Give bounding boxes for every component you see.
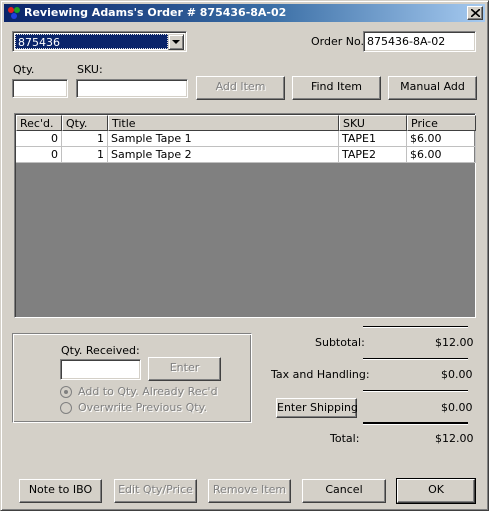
qty-label: Qty. — [13, 63, 35, 76]
table-row[interactable]: 0 1 Sample Tape 1 TAPE1 $6.00 — [16, 131, 476, 147]
note-to-ibo-button[interactable]: Note to IBO — [19, 479, 102, 503]
cell-recd: 0 — [16, 147, 62, 163]
total-label: Total: — [330, 432, 360, 445]
app-icon — [8, 7, 20, 19]
subtotal-separator — [363, 326, 468, 328]
column-header-recd[interactable]: Rec'd. — [16, 115, 62, 131]
column-header-title[interactable]: Title — [108, 115, 339, 131]
order-combo-value: 875436 — [15, 34, 168, 49]
tax-separator — [363, 358, 468, 360]
manual-add-button[interactable]: Manual Add — [388, 76, 477, 100]
column-header-qty[interactable]: Qty. — [62, 115, 108, 131]
receive-quantity-group: Qty. Received: Enter Add to Qty. Already… — [12, 333, 252, 423]
cell-price: $6.00 — [407, 131, 476, 147]
find-item-button[interactable]: Find Item — [292, 76, 381, 100]
close-button[interactable] — [467, 6, 483, 20]
cancel-button[interactable]: Cancel — [302, 479, 386, 503]
column-header-price[interactable]: Price — [407, 115, 476, 131]
radio-add-label[interactable]: Add to Qty. Already Rec'd — [78, 385, 218, 398]
close-icon — [471, 9, 480, 17]
tax-value: $0.00 — [441, 368, 473, 381]
table-header: Rec'd. Qty. Title SKU Price — [16, 115, 476, 131]
order-no-label: Order No. — [311, 35, 365, 48]
shipping-separator — [363, 390, 468, 392]
radio-overwrite-label[interactable]: Overwrite Previous Qty. — [78, 401, 207, 414]
subtotal-label: Subtotal: — [315, 336, 365, 349]
subtotal-value: $12.00 — [435, 336, 474, 349]
cell-qty: 1 — [62, 147, 108, 163]
total-separator — [363, 422, 468, 425]
column-header-sku[interactable]: SKU — [339, 115, 407, 131]
window-title: Reviewing Adams's Order # 875436-8A-02 — [24, 6, 287, 19]
qty-input[interactable] — [12, 79, 68, 98]
qty-received-input[interactable] — [60, 359, 141, 380]
radio-icon[interactable] — [60, 402, 72, 414]
title-bar[interactable]: Reviewing Adams's Order # 875436-8A-02 — [4, 4, 485, 22]
sku-input[interactable] — [76, 79, 188, 98]
order-combo[interactable]: 875436 — [12, 31, 187, 52]
order-combo-dropdown-button[interactable] — [168, 34, 184, 50]
cell-title: Sample Tape 2 — [108, 147, 339, 163]
cell-sku: TAPE1 — [339, 131, 407, 147]
edit-qty-price-button[interactable]: Edit Qty/Price — [114, 479, 197, 503]
sku-label: SKU: — [77, 63, 103, 76]
tax-label: Tax and Handling: — [271, 368, 370, 381]
remove-item-button[interactable]: Remove Item — [208, 479, 291, 503]
cell-recd: 0 — [16, 131, 62, 147]
cell-qty: 1 — [62, 131, 108, 147]
cell-price: $6.00 — [407, 147, 476, 163]
cell-title: Sample Tape 1 — [108, 131, 339, 147]
order-review-window: Reviewing Adams's Order # 875436-8A-02 8… — [0, 0, 489, 511]
enter-button[interactable]: Enter — [148, 357, 221, 381]
order-items-table[interactable]: Rec'd. Qty. Title SKU Price 0 1 Sample T… — [14, 113, 476, 318]
order-no-field[interactable]: 875436-8A-02 — [363, 31, 476, 52]
radio-icon[interactable] — [60, 386, 72, 398]
ok-button[interactable]: OK — [396, 478, 476, 504]
table-row[interactable]: 0 1 Sample Tape 2 TAPE2 $6.00 — [16, 147, 476, 163]
chevron-down-icon — [172, 40, 180, 44]
add-item-button[interactable]: Add Item — [196, 76, 285, 100]
qty-received-label: Qty. Received: — [61, 344, 140, 357]
shipping-value: $0.00 — [441, 401, 473, 414]
total-value: $12.00 — [435, 432, 474, 445]
enter-shipping-button[interactable]: Enter Shipping — [276, 398, 358, 418]
cell-sku: TAPE2 — [339, 147, 407, 163]
